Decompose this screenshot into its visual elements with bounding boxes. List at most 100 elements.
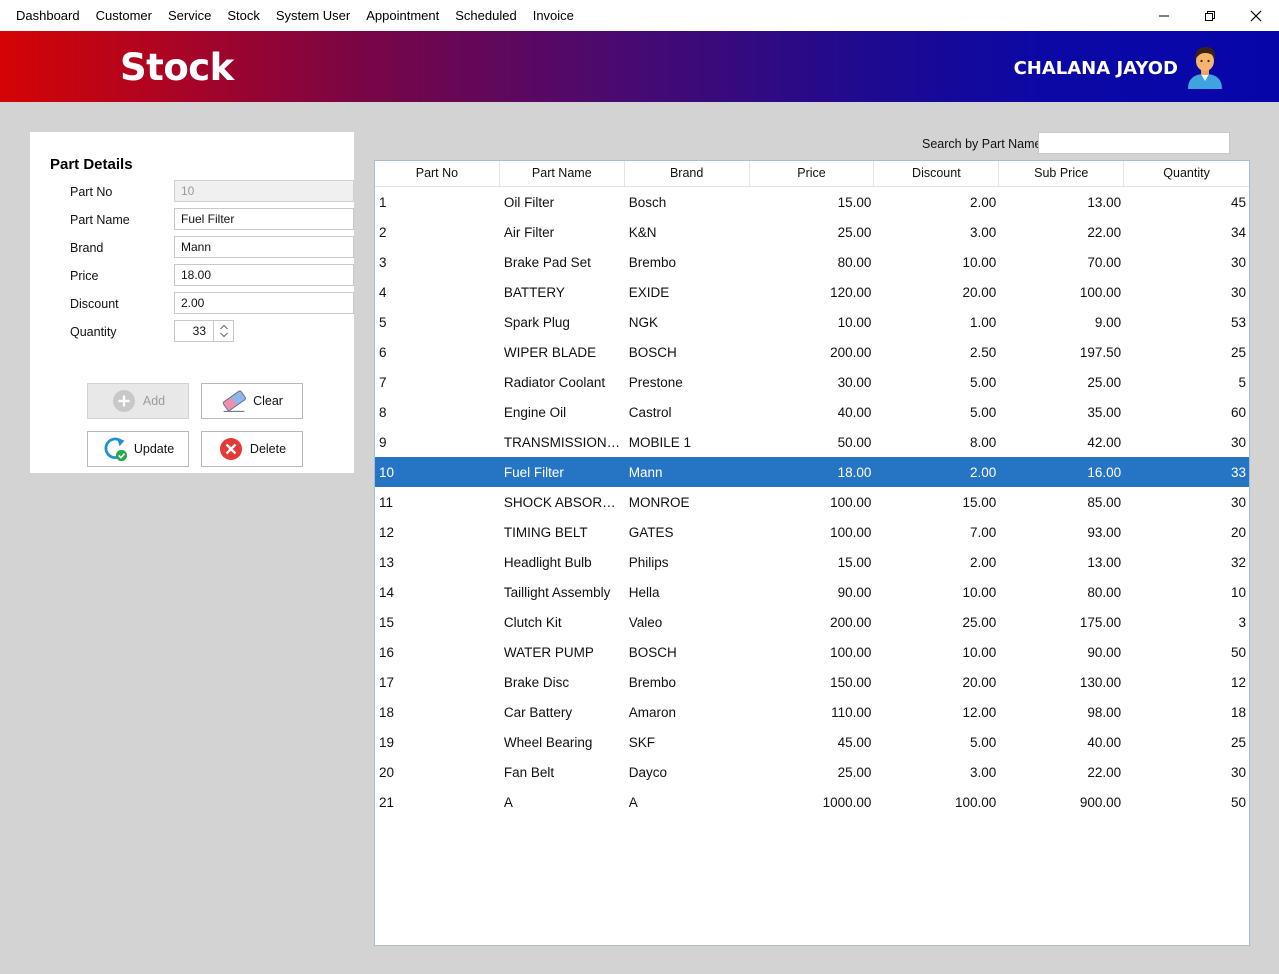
- search-input[interactable]: [1038, 132, 1230, 154]
- column-header-quantity[interactable]: Quantity: [1124, 161, 1249, 186]
- table-row[interactable]: 1 Oil Filter Bosch 15.00 2.00 13.00 45: [375, 187, 1249, 217]
- cell-discount: 3.00: [970, 224, 997, 240]
- table-row[interactable]: 9 TRANSMISSION ... MOBILE 1 50.00 8.00 42.00 3…: [375, 427, 1249, 457]
- part-name-field[interactable]: [174, 208, 354, 230]
- discount-label: Discount: [70, 297, 119, 311]
- cell-price: 30.00: [837, 374, 872, 390]
- cell-quantity: 25: [1230, 734, 1247, 750]
- clear-button[interactable]: Clear: [201, 383, 303, 419]
- table-row[interactable]: 18 Car Battery Amaron 110.00 12.00 98.00 18: [375, 697, 1249, 727]
- maximize-button[interactable]: [1187, 0, 1233, 31]
- close-button[interactable]: [1233, 0, 1279, 31]
- cell-sub-price: 22.00: [1087, 224, 1122, 240]
- cell-discount: 10.00: [962, 254, 997, 270]
- menu-item-customer[interactable]: Customer: [88, 0, 160, 31]
- menu-item-service[interactable]: Service: [160, 0, 219, 31]
- add-button-label: Add: [142, 394, 166, 408]
- cell-brand: GATES: [628, 524, 674, 540]
- part-no-label: Part No: [70, 185, 113, 199]
- brand-field[interactable]: [174, 236, 354, 258]
- cell-discount: 1.00: [970, 314, 997, 330]
- column-header-price[interactable]: Price: [750, 161, 875, 186]
- cell-quantity: 5: [1238, 374, 1247, 390]
- menu-item-invoice[interactable]: Invoice: [525, 0, 582, 31]
- cell-part-no: 17: [379, 674, 395, 690]
- quantity-value[interactable]: 33: [175, 321, 213, 341]
- cell-part-no: 19: [379, 734, 395, 750]
- part-details-panel: Part Details Part No Part Name Brand Pri…: [30, 132, 354, 473]
- cell-brand: Philips: [628, 554, 669, 570]
- chevron-up-down-icon[interactable]: [214, 321, 234, 341]
- cell-discount: 12.00: [962, 704, 997, 720]
- delete-button[interactable]: Delete: [201, 431, 303, 467]
- search-label: Search by Part Name: [922, 137, 1042, 151]
- minimize-button[interactable]: [1141, 0, 1187, 31]
- cell-sub-price: 13.00: [1087, 194, 1122, 210]
- table-row[interactable]: 21 A A 1000.00 100.00 900.00 50: [375, 787, 1249, 817]
- table-row[interactable]: 6 WIPER BLADE BOSCH 200.00 2.50 197.50 25: [375, 337, 1249, 367]
- table-row[interactable]: 15 Clutch Kit Valeo 200.00 25.00 175.00 3: [375, 607, 1249, 637]
- cell-part-no: 13: [379, 554, 395, 570]
- table-row[interactable]: 20 Fan Belt Dayco 25.00 3.00 22.00 30: [375, 757, 1249, 787]
- cell-sub-price: 85.00: [1087, 494, 1122, 510]
- table-row[interactable]: 10 Fuel Filter Mann 18.00 2.00 16.00 33: [375, 457, 1249, 487]
- quantity-stepper[interactable]: 33: [174, 320, 234, 342]
- table-row[interactable]: 19 Wheel Bearing SKF 45.00 5.00 40.00 25: [375, 727, 1249, 757]
- page-header: Stock CHALANA JAYOD: [0, 31, 1279, 102]
- cell-price: 90.00: [837, 584, 872, 600]
- table-row[interactable]: 17 Brake Disc Brembo 150.00 20.00 130.00 12: [375, 667, 1249, 697]
- table-row[interactable]: 11 SHOCK ABSORBER MONROE 100.00 15.00 85.00 30: [375, 487, 1249, 517]
- column-header-sub-price[interactable]: Sub Price: [999, 161, 1125, 186]
- table-row[interactable]: 3 Brake Pad Set Brembo 80.00 10.00 70.00 30: [375, 247, 1249, 277]
- column-header-brand[interactable]: Brand: [625, 161, 750, 186]
- cell-part-no: 21: [379, 794, 395, 810]
- user-avatar-icon[interactable]: [1184, 45, 1226, 89]
- add-button[interactable]: Add: [87, 383, 189, 419]
- table-row[interactable]: 5 Spark Plug NGK 10.00 1.00 9.00 53: [375, 307, 1249, 337]
- cell-brand: Valeo: [628, 614, 663, 630]
- column-header-part-name[interactable]: Part Name: [500, 161, 625, 186]
- table-row[interactable]: 16 WATER PUMP BOSCH 100.00 10.00 90.00 50: [375, 637, 1249, 667]
- part-name-label: Part Name: [70, 213, 130, 227]
- cell-brand: BOSCH: [628, 344, 677, 360]
- cell-price: 150.00: [830, 674, 872, 690]
- cell-brand: NGK: [628, 314, 658, 330]
- clear-button-label: Clear: [253, 394, 283, 408]
- table-row[interactable]: 12 TIMING BELT GATES 100.00 7.00 93.00 20: [375, 517, 1249, 547]
- part-no-field: [174, 180, 354, 202]
- cell-part-name: Wheel Bearing: [503, 734, 593, 750]
- discount-field[interactable]: [174, 292, 354, 314]
- menu-item-stock[interactable]: Stock: [219, 0, 268, 31]
- menu-item-dashboard[interactable]: Dashboard: [8, 0, 88, 31]
- menu-item-system-user[interactable]: System User: [268, 0, 358, 31]
- cell-quantity: 20: [1230, 524, 1247, 540]
- cell-brand: Dayco: [628, 764, 667, 780]
- cell-part-name: SHOCK ABSORBER: [503, 494, 625, 510]
- price-label: Price: [70, 269, 99, 283]
- cell-discount: 100.00: [955, 794, 997, 810]
- table-row[interactable]: 13 Headlight Bulb Philips 15.00 2.00 13.00 32: [375, 547, 1249, 577]
- quantity-stepper-arrows[interactable]: [213, 321, 233, 341]
- cell-quantity: 32: [1230, 554, 1247, 570]
- table-row[interactable]: 7 Radiator Coolant Prestone 30.00 5.00 25.00 5: [375, 367, 1249, 397]
- column-header-part-no[interactable]: Part No: [375, 161, 500, 186]
- cell-brand: K&N: [628, 224, 657, 240]
- cell-discount: 3.00: [970, 764, 997, 780]
- cell-part-no: 10: [379, 464, 395, 480]
- cell-part-no: 4: [379, 284, 387, 300]
- cell-part-no: 7: [379, 374, 387, 390]
- close-icon: [1250, 10, 1262, 21]
- table-row[interactable]: 4 BATTERY EXIDE 120.00 20.00 100.00 30: [375, 277, 1249, 307]
- menu-item-appointment[interactable]: Appointment: [358, 0, 447, 31]
- menu-item-scheduled[interactable]: Scheduled: [447, 0, 524, 31]
- price-field[interactable]: [174, 264, 354, 286]
- table-row[interactable]: 14 Taillight Assembly Hella 90.00 10.00 80.00…: [375, 577, 1249, 607]
- column-header-discount[interactable]: Discount: [874, 161, 1000, 186]
- update-button[interactable]: Update: [87, 431, 189, 467]
- table-row[interactable]: 8 Engine Oil Castrol 40.00 5.00 35.00 60: [375, 397, 1249, 427]
- cell-sub-price: 22.00: [1087, 764, 1122, 780]
- cell-part-no: 3: [379, 254, 387, 270]
- table-row[interactable]: 2 Air Filter K&N 25.00 3.00 22.00 34: [375, 217, 1249, 247]
- minimize-icon: [1159, 15, 1169, 16]
- cell-quantity: 53: [1230, 314, 1247, 330]
